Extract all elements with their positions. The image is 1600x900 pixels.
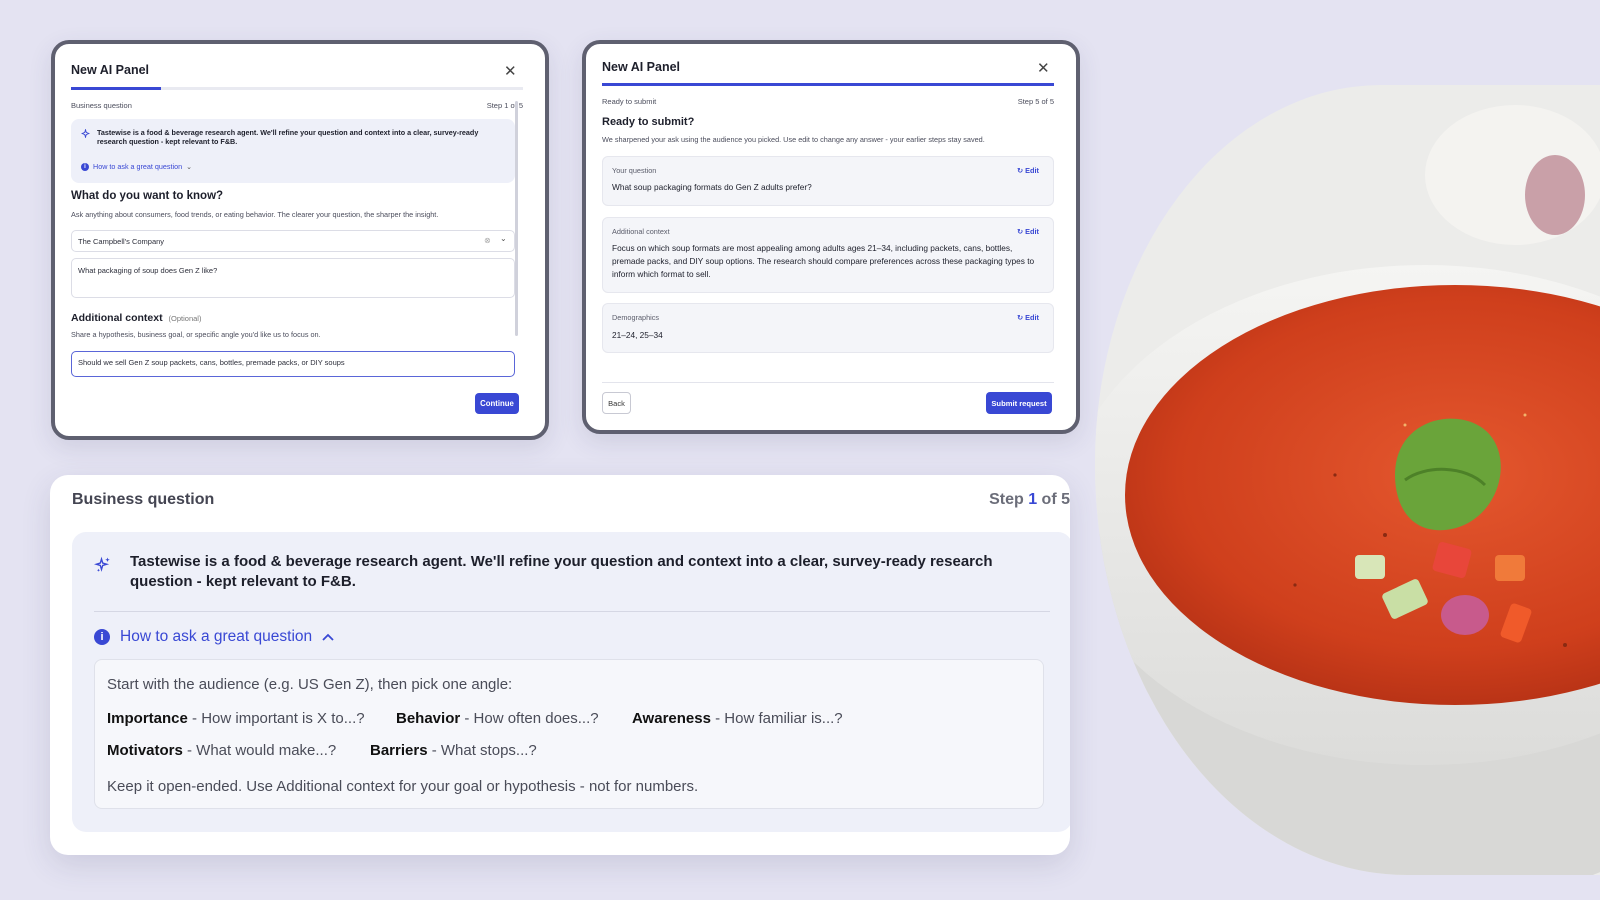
card-value: Focus on which soup formats are most app… [612, 243, 1035, 279]
step-indicator: Step 1 of 5 [989, 491, 1070, 509]
edit-icon: ↻ [1017, 227, 1026, 236]
section-label: Business question [71, 101, 132, 110]
card-label: Your question [612, 166, 657, 175]
context-heading: Additional context (Optional) [71, 312, 201, 324]
section-label: Business question [72, 491, 215, 508]
edit-demographics-button[interactable]: ↻ Edit [1017, 313, 1039, 322]
info-icon: i [81, 162, 89, 171]
card-label: Additional context [612, 227, 670, 236]
tips-start-text: Start with the audience (e.g. US Gen Z),… [107, 676, 513, 693]
chevron-down-icon[interactable]: ⌄ [500, 234, 507, 243]
angle-importance: Importance - How important is X to...? [107, 710, 365, 727]
angle-barriers: Barriers - What stops...? [370, 742, 537, 759]
step-suffix: of 5 [1037, 491, 1070, 508]
footer-divider [602, 382, 1054, 383]
angle-name: Motivators [107, 742, 183, 759]
context-textarea[interactable]: Should we sell Gen Z soup packets, cans,… [71, 351, 515, 377]
step-indicator: Step 5 of 5 [1017, 97, 1054, 106]
step-progress-fill [602, 83, 1054, 86]
tips-panel: Start with the audience (e.g. US Gen Z),… [94, 659, 1044, 809]
context-textarea-value: Should we sell Gen Z soup packets, cans,… [78, 358, 345, 367]
angle-prompt: - How familiar is...? [710, 710, 843, 727]
scrollbar[interactable] [515, 101, 518, 336]
company-select[interactable]: The Campbell's Company ⊗ ⌄ [71, 230, 515, 252]
close-icon[interactable]: ✕ [504, 64, 517, 79]
angle-prompt: - What stops...? [427, 742, 537, 759]
submit-request-button[interactable]: Submit request [986, 392, 1052, 414]
clear-icon[interactable]: ⊗ [484, 236, 491, 245]
step-progress-bar [71, 87, 523, 90]
edit-label: Edit [1025, 227, 1039, 236]
step-progress-bar [602, 83, 1054, 86]
angle-name: Behavior [396, 710, 461, 727]
ready-subtext: We sharpened your ask using the audience… [602, 135, 985, 144]
question-heading: What do you want to know? [71, 190, 224, 202]
angle-behavior: Behavior - How often does...? [396, 710, 599, 727]
edit-label: Edit [1025, 313, 1039, 322]
intro-info-box: Tastewise is a food & beverage research … [72, 532, 1070, 832]
context-help-text: Share a hypothesis, business goal, or sp… [71, 330, 321, 339]
modal-title: New AI Panel [71, 63, 150, 77]
angle-prompt: - How often does...? [460, 710, 599, 727]
sparkle-icon [81, 129, 90, 138]
angle-name: Importance [107, 710, 188, 727]
soup-bowl-illustration [1095, 85, 1600, 875]
edit-icon: ↻ [1017, 313, 1026, 322]
question-textarea-value: What packaging of soup does Gen Z like? [78, 266, 218, 275]
intro-info-box: Tastewise is a food & beverage research … [71, 119, 515, 183]
new-ai-panel-step5-modal: New AI Panel ✕ Ready to submit Step 5 of… [582, 40, 1080, 434]
card-value: What soup packaging formats do Gen Z adu… [612, 182, 812, 192]
card-value: 21–24, 25–34 [612, 330, 663, 340]
how-to-ask-toggle[interactable]: i How to ask a great question [94, 628, 334, 646]
chevron-up-icon [322, 633, 334, 641]
new-ai-panel-step1-modal: New AI Panel ✕ Business question Step 1 … [51, 40, 549, 440]
edit-icon: ↻ [1017, 166, 1026, 175]
intro-text: Tastewise is a food & beverage research … [130, 553, 993, 591]
optional-label: (Optional) [168, 314, 202, 323]
ready-heading: Ready to submit? [602, 116, 695, 128]
chevron-down-icon: ⌄ [186, 163, 192, 171]
gazpacho-photo [1095, 85, 1600, 875]
business-question-zoom: Business question Step 1 of 5 Tastewise … [50, 475, 1070, 855]
back-button[interactable]: Back [602, 392, 631, 414]
modal-title: New AI Panel [602, 60, 681, 74]
review-card-question: Your question ↻ Edit What soup packaging… [602, 156, 1054, 206]
company-select-value: The Campbell's Company [78, 237, 165, 246]
question-help-text: Ask anything about consumers, food trend… [71, 210, 439, 219]
card-label: Demographics [612, 313, 660, 322]
intro-text: Tastewise is a food & beverage research … [97, 128, 479, 147]
continue-button[interactable]: Continue [475, 393, 519, 414]
step-indicator: Step 1 of 5 [486, 101, 523, 110]
step-current: 1 [1028, 491, 1038, 508]
review-card-demographics: Demographics ↻ Edit 21–24, 25–34 [602, 303, 1054, 353]
context-heading-text: Additional context [71, 312, 163, 324]
close-icon[interactable]: ✕ [1037, 61, 1050, 76]
sparkle-icon [94, 556, 110, 572]
angle-prompt: - What would make...? [182, 742, 337, 759]
review-card-context: Additional context ↻ Edit Focus on which… [602, 217, 1054, 293]
angle-prompt: - How important is X to...? [187, 710, 365, 727]
edit-context-button[interactable]: ↻ Edit [1017, 227, 1039, 236]
how-to-ask-toggle[interactable]: i How to ask a great question ⌄ [81, 162, 192, 171]
angle-motivators: Motivators - What would make...? [107, 742, 336, 759]
section-label: Ready to submit [602, 97, 657, 106]
step-prefix: Step [989, 491, 1029, 508]
step-progress-fill [71, 87, 162, 90]
how-to-ask-label: How to ask a great question [93, 162, 183, 171]
question-textarea[interactable]: What packaging of soup does Gen Z like? [71, 258, 515, 298]
info-icon: i [94, 629, 110, 645]
angle-awareness: Awareness - How familiar is...? [632, 710, 843, 727]
angle-name: Awareness [632, 710, 711, 727]
divider [94, 611, 1050, 612]
edit-label: Edit [1025, 166, 1039, 175]
angle-name: Barriers [370, 742, 428, 759]
how-to-ask-label: How to ask a great question [120, 628, 313, 645]
edit-question-button[interactable]: ↻ Edit [1017, 166, 1039, 175]
tips-footer-text: Keep it open-ended. Use Additional conte… [107, 778, 699, 795]
